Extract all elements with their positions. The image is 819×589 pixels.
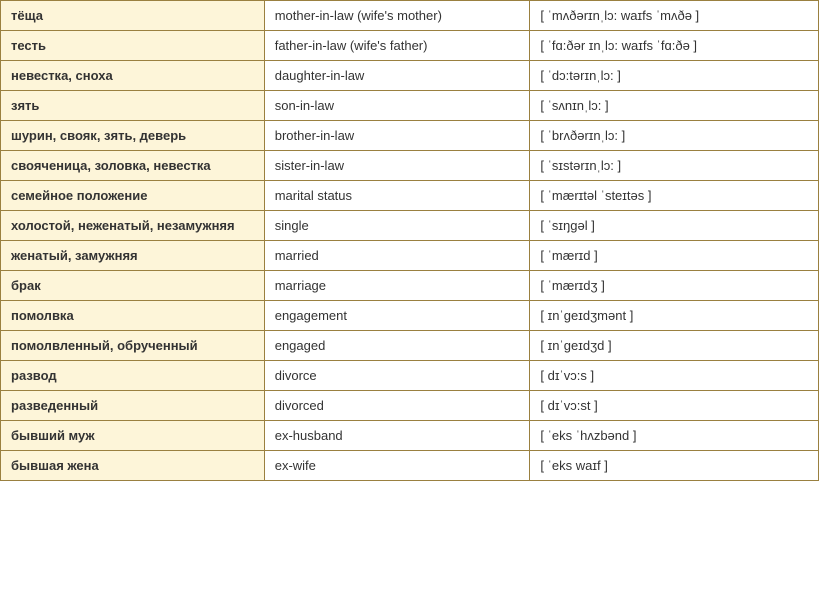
table-row: шурин, свояк, зять, деверьbrother-in-law… (1, 121, 819, 151)
table-row: невестка, снохаdaughter-in-law[ ˈdɔ:tərɪ… (1, 61, 819, 91)
cell-phonetic: [ ˈmærɪdʒ ] (530, 271, 819, 301)
table-row: бывшая женаex-wife[ ˈeks waɪf ] (1, 451, 819, 481)
cell-russian: разведенный (1, 391, 265, 421)
cell-english: ex-husband (264, 421, 530, 451)
cell-russian: брак (1, 271, 265, 301)
cell-english: divorced (264, 391, 530, 421)
cell-russian: свояченица, золовка, невестка (1, 151, 265, 181)
cell-russian: семейное положение (1, 181, 265, 211)
table-row: тестьfather-in-law (wife's father)[ ˈfɑ:… (1, 31, 819, 61)
cell-russian: тесть (1, 31, 265, 61)
cell-phonetic: [ ˈmærɪd ] (530, 241, 819, 271)
cell-russian: шурин, свояк, зять, деверь (1, 121, 265, 151)
table-row: помолвленный, обрученныйengaged[ ɪnˈgeɪd… (1, 331, 819, 361)
cell-russian: развод (1, 361, 265, 391)
cell-phonetic: [ dɪˈvɔ:s ] (530, 361, 819, 391)
table-row: разводdivorce[ dɪˈvɔ:s ] (1, 361, 819, 391)
cell-english: mother-in-law (wife's mother) (264, 1, 530, 31)
cell-english: daughter-in-law (264, 61, 530, 91)
cell-russian: бывший муж (1, 421, 265, 451)
cell-russian: помолвка (1, 301, 265, 331)
cell-english: father-in-law (wife's father) (264, 31, 530, 61)
cell-english: ex-wife (264, 451, 530, 481)
cell-phonetic: [ ˈeks waɪf ] (530, 451, 819, 481)
table-row: помолвкаengagement[ ɪnˈgeɪdʒmənt ] (1, 301, 819, 331)
cell-russian: женатый, замужняя (1, 241, 265, 271)
cell-phonetic: [ ˈmærɪtəl ˈsteɪtəs ] (530, 181, 819, 211)
cell-phonetic: [ ˈsɪstərɪnˌlɔ: ] (530, 151, 819, 181)
cell-phonetic: [ dɪˈvɔ:st ] (530, 391, 819, 421)
cell-russian: помолвленный, обрученный (1, 331, 265, 361)
cell-english: divorce (264, 361, 530, 391)
cell-phonetic: [ ɪnˈgeɪdʒmənt ] (530, 301, 819, 331)
table-row: свояченица, золовка, невесткаsister-in-l… (1, 151, 819, 181)
table-row: бракmarriage[ ˈmærɪdʒ ] (1, 271, 819, 301)
cell-english: single (264, 211, 530, 241)
cell-english: engagement (264, 301, 530, 331)
vocabulary-table: тёщаmother-in-law (wife's mother)[ ˈmʌðə… (0, 0, 819, 481)
cell-phonetic: [ ˈsɪŋgəl ] (530, 211, 819, 241)
cell-phonetic: [ ˈsʌnɪnˌlɔ: ] (530, 91, 819, 121)
cell-russian: тёща (1, 1, 265, 31)
cell-phonetic: [ ˈmʌðərɪnˌlɔ: waɪfs ˈmʌðə ] (530, 1, 819, 31)
cell-english: married (264, 241, 530, 271)
table-row: женатый, замужняяmarried[ ˈmærɪd ] (1, 241, 819, 271)
cell-english: marriage (264, 271, 530, 301)
cell-russian: холостой, неженатый, незамужняя (1, 211, 265, 241)
cell-english: brother-in-law (264, 121, 530, 151)
table-row: разведенныйdivorced[ dɪˈvɔ:st ] (1, 391, 819, 421)
cell-english: engaged (264, 331, 530, 361)
cell-russian: невестка, сноха (1, 61, 265, 91)
cell-phonetic: [ ˈfɑ:ðər ɪnˌlɔ: waɪfs ˈfɑ:ðə ] (530, 31, 819, 61)
cell-phonetic: [ ˈbrʌðərɪnˌlɔ: ] (530, 121, 819, 151)
cell-phonetic: [ ɪnˈgeɪdʒd ] (530, 331, 819, 361)
cell-english: son-in-law (264, 91, 530, 121)
table-row: холостой, неженатый, незамужняяsingle[ ˈ… (1, 211, 819, 241)
vocabulary-tbody: тёщаmother-in-law (wife's mother)[ ˈmʌðə… (1, 1, 819, 481)
table-row: бывший мужex-husband[ ˈeks ˈhʌzbənd ] (1, 421, 819, 451)
cell-english: marital status (264, 181, 530, 211)
table-row: зятьson-in-law[ ˈsʌnɪnˌlɔ: ] (1, 91, 819, 121)
cell-russian: зять (1, 91, 265, 121)
cell-english: sister-in-law (264, 151, 530, 181)
table-row: семейное положениеmarital status[ ˈmærɪt… (1, 181, 819, 211)
table-row: тёщаmother-in-law (wife's mother)[ ˈmʌðə… (1, 1, 819, 31)
cell-russian: бывшая жена (1, 451, 265, 481)
cell-phonetic: [ ˈdɔ:tərɪnˌlɔ: ] (530, 61, 819, 91)
cell-phonetic: [ ˈeks ˈhʌzbənd ] (530, 421, 819, 451)
